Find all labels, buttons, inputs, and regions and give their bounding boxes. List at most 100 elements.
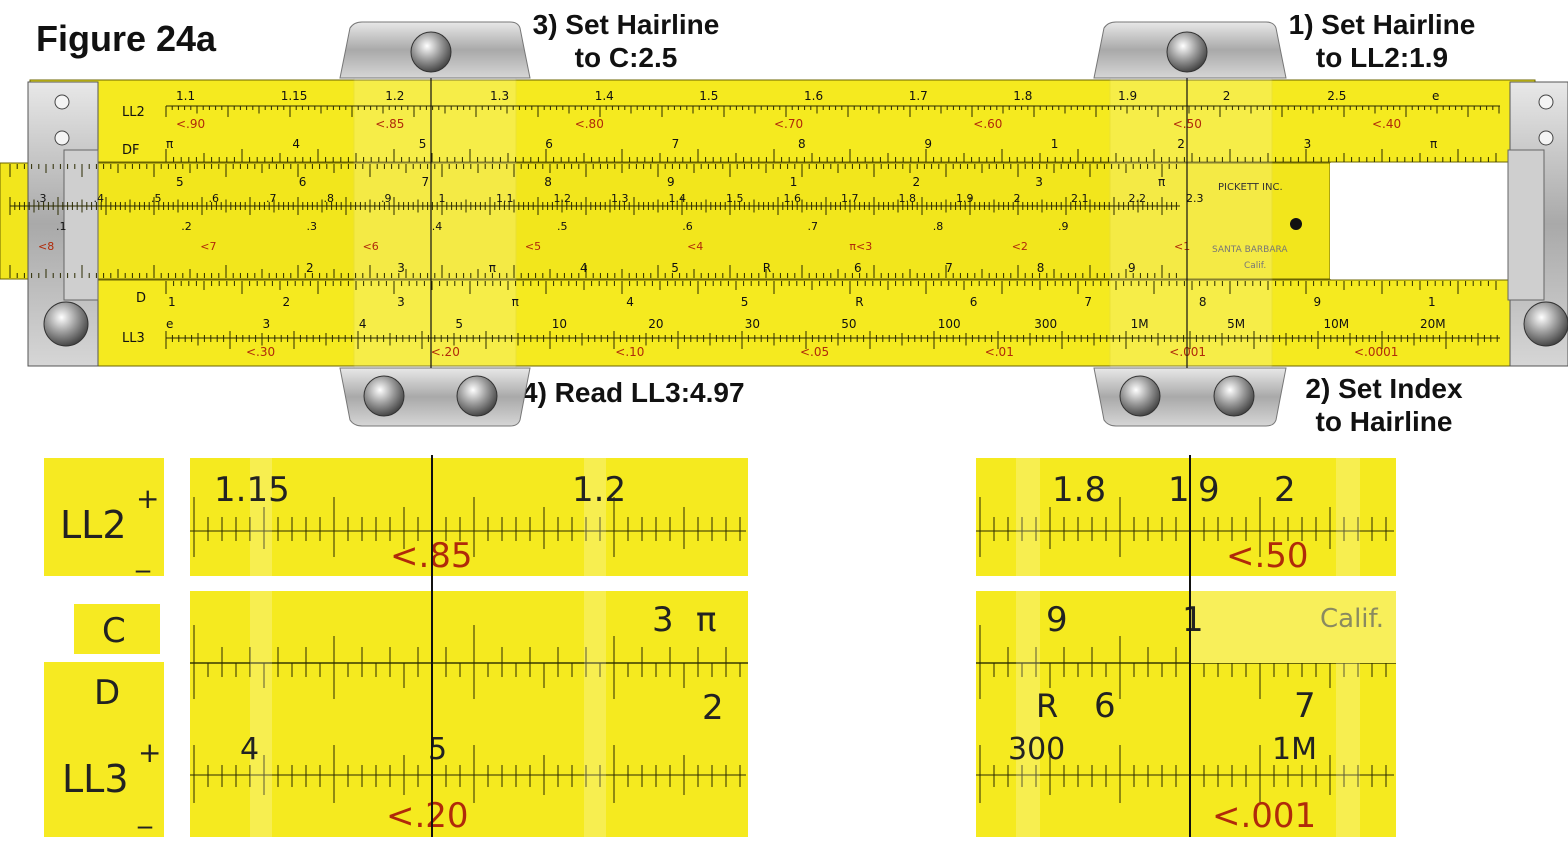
maker-state: Calif. bbox=[1244, 261, 1266, 271]
cf-tick-label: 1 bbox=[790, 175, 798, 189]
ll2-tick-label: 1.5 bbox=[699, 89, 718, 103]
zoom-c-name: C bbox=[102, 611, 126, 651]
ll2-red-label: <.85 bbox=[375, 117, 404, 131]
d-tick-label: 7 bbox=[1084, 295, 1092, 309]
slide-lower-label: .8 bbox=[933, 220, 944, 233]
slide-red-label: <8 bbox=[38, 240, 54, 253]
screw-icon bbox=[43, 301, 89, 347]
screw-icon bbox=[54, 130, 70, 146]
slide-red-label: <2 bbox=[1012, 240, 1028, 253]
c-tick-label: 3 bbox=[397, 261, 405, 275]
d-tick-label: R bbox=[855, 295, 863, 309]
d-tick-label: 9 bbox=[1314, 295, 1322, 309]
slide-mid-label: 1 bbox=[439, 192, 446, 205]
ll3-scale-label: LL3 bbox=[122, 331, 145, 346]
slide-lower-label: .7 bbox=[808, 220, 819, 233]
zoom-left-c-label-3: 3 bbox=[652, 600, 674, 640]
maker-city: SANTA BARBARA bbox=[1212, 245, 1288, 255]
zoom-right-d-label-r: R bbox=[1036, 687, 1058, 725]
ll2-red-label: <.90 bbox=[176, 117, 205, 131]
d-tick-label: 2 bbox=[283, 295, 291, 309]
zoom-left-ll3-label-4: 4 bbox=[240, 732, 259, 767]
screw-icon bbox=[54, 94, 70, 110]
ll3-tick-label: 10M bbox=[1324, 317, 1350, 331]
slide-mid-label: 1.6 bbox=[784, 192, 802, 205]
zoom-right-ll3-label-300: 300 bbox=[1008, 732, 1065, 767]
slide-mid-label: .8 bbox=[324, 192, 335, 205]
slide-red-label: π<3 bbox=[849, 240, 872, 253]
c-tick-label: 4 bbox=[580, 261, 588, 275]
zoom-ll2-name: LL2 bbox=[60, 503, 127, 547]
ll2-tick-label: 1.9 bbox=[1118, 89, 1137, 103]
ll3-tick-label: 10 bbox=[552, 317, 567, 331]
ll2-tick-label: 1.8 bbox=[1013, 89, 1032, 103]
slide-lower-label: .2 bbox=[181, 220, 192, 233]
slide-mid-label: .5 bbox=[151, 192, 162, 205]
screw-icon bbox=[1523, 301, 1568, 347]
zoom-left-c-label-pi: π bbox=[696, 600, 716, 640]
cf-tick-label: 6 bbox=[299, 175, 307, 189]
ll3-red-label: <.01 bbox=[985, 345, 1014, 359]
zoom-right-c-label-9: 9 bbox=[1046, 600, 1068, 640]
slide-mid-label: .7 bbox=[266, 192, 277, 205]
slide-mid-label: 1.4 bbox=[669, 192, 687, 205]
c-tick-label: 7 bbox=[945, 261, 953, 275]
slide-lower-label: .1 bbox=[56, 220, 67, 233]
ll3-tick-label: 5M bbox=[1227, 317, 1245, 331]
zoom-right-ll2-label-2: 2 bbox=[1274, 470, 1296, 510]
zoom-left-ll2-label-a: 1.15 bbox=[214, 470, 290, 510]
ll3-red-label: <.05 bbox=[800, 345, 829, 359]
ll2-tick-label: 1.4 bbox=[595, 89, 614, 103]
df-tick-label: 7 bbox=[672, 137, 680, 151]
ll3-tick-label: 50 bbox=[841, 317, 856, 331]
slide-rule: LL2 DF D LL3 PICKETT INC. SANTA BARBARA … bbox=[0, 21, 1568, 427]
zoom-left-ll3-label-5: 5 bbox=[428, 732, 447, 767]
zoom-left-d-label: 2 bbox=[702, 688, 724, 728]
svg-text:_: _ bbox=[135, 540, 151, 573]
ll3-tick-label: 30 bbox=[745, 317, 760, 331]
df-tick-label: 2 bbox=[1177, 137, 1185, 151]
c-tick-label: 2 bbox=[306, 261, 314, 275]
ll3-red-label: <.001 bbox=[1169, 345, 1206, 359]
zoom-left-ll2-label-b: 1.2 bbox=[572, 470, 626, 510]
cf-tick-label: 8 bbox=[544, 175, 552, 189]
slide-lower-label: .9 bbox=[1058, 220, 1069, 233]
zoom-right-d-label-6: 6 bbox=[1094, 686, 1116, 726]
cf-tick-label: 5 bbox=[176, 175, 184, 189]
c-tick-label: 6 bbox=[854, 261, 862, 275]
slide-mid-label: 1.5 bbox=[726, 192, 744, 205]
d-scale-label: D bbox=[136, 291, 146, 306]
ll2-tick-label: 1.3 bbox=[490, 89, 509, 103]
ll2-tick-label: 1.15 bbox=[281, 89, 308, 103]
df-tick-label: 1 bbox=[1051, 137, 1059, 151]
ll2-tick-label: 1.1 bbox=[176, 89, 195, 103]
zoom-right-ll2-label-18: 1.8 bbox=[1052, 470, 1106, 510]
slide-mid-label: 2 bbox=[1014, 192, 1021, 205]
ll2-scale-label: LL2 bbox=[122, 105, 145, 120]
ll3-tick-label: 20 bbox=[648, 317, 663, 331]
slide-mid-label: .9 bbox=[381, 192, 392, 205]
cf-tick-label: 7 bbox=[422, 175, 430, 189]
slide-gap bbox=[1330, 163, 1510, 279]
slide-lower-label: .4 bbox=[432, 220, 443, 233]
slide-mid-label: 1.7 bbox=[841, 192, 859, 205]
ll2-red-label: <.70 bbox=[774, 117, 803, 131]
zoom-d-ll3-name-box: D LL3 + _ bbox=[44, 662, 164, 837]
slide-mid-label: 1.3 bbox=[611, 192, 629, 205]
ll2-red-label: <.40 bbox=[1372, 117, 1401, 131]
zoom-ll3-name: LL3 bbox=[62, 757, 129, 801]
ll3-tick-label: 3 bbox=[263, 317, 271, 331]
zoom-right-panel: 1.8 1 9 2 <.50 Calif. 9 1 R 6 7 300 1M <… bbox=[976, 455, 1396, 837]
df-tick-label: 5 bbox=[419, 137, 427, 151]
df-tick-label: 9 bbox=[924, 137, 932, 151]
cf-tick-label: 3 bbox=[1035, 175, 1043, 189]
slide-dot bbox=[1290, 218, 1302, 230]
slide-lower-label: .3 bbox=[307, 220, 318, 233]
slide-mid-label: 1.9 bbox=[956, 192, 974, 205]
slide-mid-label: .4 bbox=[94, 192, 105, 205]
svg-text:+: + bbox=[136, 482, 159, 515]
slide-lower-label: .6 bbox=[682, 220, 693, 233]
zoom-right-ll3-label-1m: 1M bbox=[1272, 732, 1317, 767]
d-tick-label: 6 bbox=[970, 295, 978, 309]
slide-mid-label: .3 bbox=[36, 192, 47, 205]
